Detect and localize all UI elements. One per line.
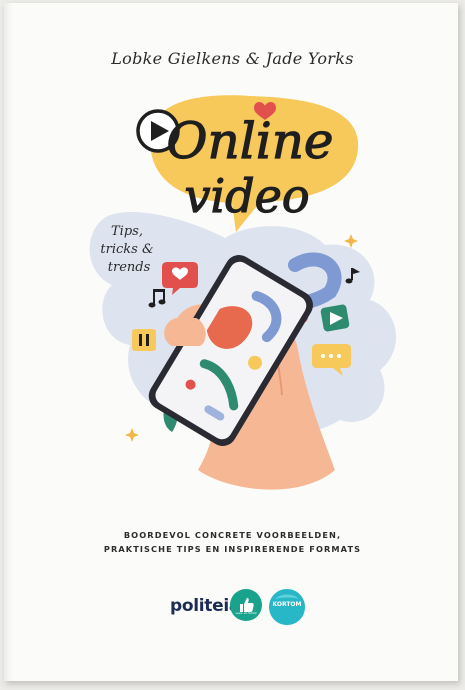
thumbs-up-icon bbox=[240, 598, 254, 612]
subtitle-line-1: Tips, bbox=[111, 224, 143, 239]
video-tile-icon bbox=[320, 304, 350, 332]
cover-illustration: Online video Tips, tricks & trends bbox=[89, 95, 397, 490]
tagline: BOORDEVOL CONCRETE VOORBEELDEN, PRAKTISC… bbox=[0, 528, 465, 556]
title-line-1: Online bbox=[167, 112, 334, 170]
pause-icon bbox=[132, 329, 156, 351]
tagline-line-1: BOORDEVOL CONCRETE VOORBEELDEN, bbox=[123, 530, 342, 540]
kortom-logo: KORTOM bbox=[267, 587, 307, 627]
kortom-text: KORTOM bbox=[272, 601, 302, 608]
title-line-2: video bbox=[184, 169, 309, 223]
sparkle-icon bbox=[344, 234, 358, 248]
thumb bbox=[164, 318, 206, 346]
subtitle-line-2: tricks & bbox=[100, 242, 153, 257]
reading-badge-logo: Lees- en Schrijf bbox=[230, 589, 262, 621]
subtitle-line-3: trends bbox=[108, 260, 151, 275]
sparkle-icon bbox=[125, 428, 139, 442]
tagline-line-2: PRAKTISCHE TIPS EN INSPIRERENDE FORMATS bbox=[103, 544, 362, 554]
reading-badge-text: Lees- en Schrijf bbox=[235, 611, 257, 615]
